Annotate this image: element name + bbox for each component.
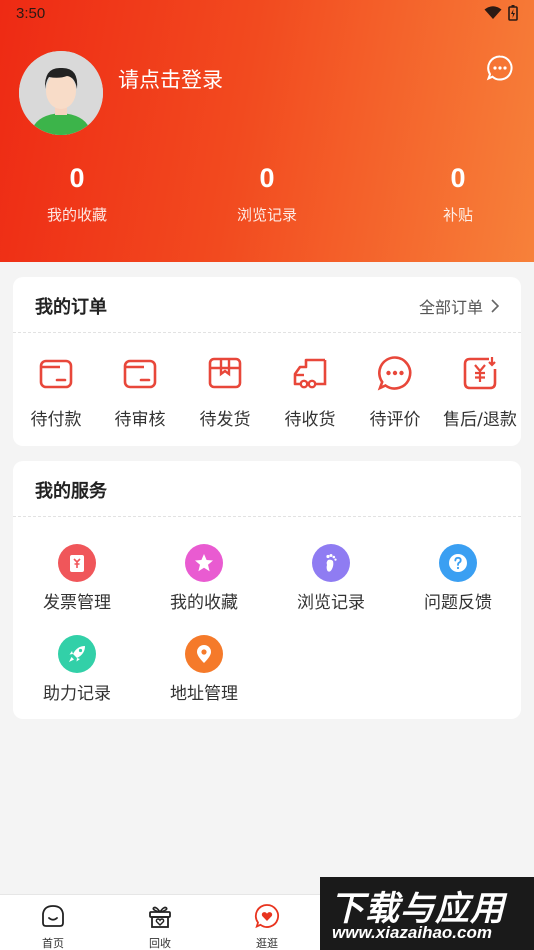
- status-bar: 3:50: [0, 0, 534, 28]
- status-icons: [484, 5, 518, 21]
- review-icon: [123, 359, 157, 389]
- orders-title: 我的订单: [35, 297, 107, 318]
- service-feedback[interactable]: 问题反馈: [403, 544, 513, 613]
- wifi-icon: [484, 6, 502, 19]
- status-time: 3:50: [16, 5, 46, 22]
- stat-subsidy[interactable]: 0 补贴: [388, 160, 528, 225]
- stat-history[interactable]: 0 浏览记录: [197, 160, 337, 225]
- order-pending-receipt[interactable]: 待收货: [267, 355, 353, 430]
- all-orders-label: 全部订单: [418, 298, 483, 317]
- avatar[interactable]: [19, 51, 103, 135]
- stat-value: 0: [69, 163, 85, 193]
- tab-recycle[interactable]: 回收: [130, 903, 190, 950]
- services-card: 我的服务 发票管理 我的收藏 浏览记录 问题反馈 助力记录 地址管理: [13, 461, 521, 719]
- wallet-icon: [39, 359, 73, 389]
- service-history[interactable]: 浏览记录: [276, 544, 386, 613]
- home-icon: [42, 905, 64, 927]
- service-label: 发票管理: [43, 593, 111, 613]
- stat-label: 浏览记录: [236, 206, 297, 224]
- truck-icon: [293, 358, 327, 389]
- order-label: 待付款: [30, 410, 82, 430]
- heart-bubble-icon: [254, 904, 279, 929]
- service-label: 助力记录: [43, 684, 111, 704]
- login-prompt[interactable]: 请点击登录: [118, 64, 223, 94]
- stat-value: 0: [450, 163, 466, 193]
- service-invoice[interactable]: 发票管理: [22, 544, 132, 613]
- stat-label: 我的收藏: [46, 206, 107, 224]
- profile-header: 3:50 请点击登录 0 我的收藏 0 浏览记录 0 补贴: [0, 0, 534, 262]
- order-label: 售后/退款: [443, 410, 517, 430]
- order-label: 待审核: [114, 410, 166, 430]
- card-divider: [13, 516, 521, 517]
- order-pending-payment[interactable]: 待付款: [13, 355, 99, 430]
- service-label: 地址管理: [170, 684, 238, 704]
- service-address[interactable]: 地址管理: [149, 635, 259, 704]
- rocket-icon: [58, 635, 96, 673]
- stats-row: 0 我的收藏 0 浏览记录 0 补贴: [0, 160, 534, 230]
- order-label: 待发货: [199, 410, 251, 430]
- comment-icon: [377, 356, 412, 391]
- order-pending-comment[interactable]: 待评价: [352, 355, 438, 430]
- order-pending-shipment[interactable]: 待发货: [182, 355, 268, 430]
- tab-home[interactable]: 首页: [23, 903, 83, 950]
- all-orders-link[interactable]: 全部订单: [419, 294, 499, 318]
- stat-value: 0: [259, 163, 275, 193]
- service-favorites[interactable]: 我的收藏: [149, 544, 259, 613]
- location-icon: [185, 635, 223, 673]
- service-label: 我的收藏: [170, 593, 238, 613]
- services-title: 我的服务: [35, 481, 107, 502]
- invoice-icon: [58, 544, 96, 582]
- watermark-url: www.xiazaihao.com: [332, 923, 492, 942]
- tab-label: 首页: [42, 937, 64, 950]
- order-after-sales[interactable]: 售后/退款: [437, 355, 523, 430]
- tab-label: 逛逛: [256, 937, 278, 950]
- question-icon: [439, 544, 477, 582]
- orders-card: 我的订单 全部订单 待付款 待审核 待发货 待收货 待评价 售后/退款: [13, 277, 521, 446]
- service-label: 浏览记录: [297, 593, 365, 613]
- stat-favorites[interactable]: 0 我的收藏: [7, 160, 147, 225]
- order-pending-review[interactable]: 待审核: [97, 355, 183, 430]
- card-divider: [13, 332, 521, 333]
- order-label: 待收货: [284, 410, 336, 430]
- package-icon: [208, 357, 242, 389]
- battery-icon: [508, 5, 518, 21]
- service-label: 问题反馈: [424, 593, 492, 613]
- recycle-gift-icon: [149, 906, 171, 928]
- refund-icon: [463, 357, 497, 390]
- order-label: 待评价: [369, 410, 421, 430]
- chevron-right-icon: [491, 299, 499, 313]
- service-boost-records[interactable]: 助力记录: [22, 635, 132, 704]
- default-avatar-icon: [19, 51, 103, 135]
- stat-label: 补贴: [442, 206, 473, 224]
- message-button[interactable]: [486, 54, 514, 82]
- footprint-icon: [312, 544, 350, 582]
- tab-browse[interactable]: 逛逛: [237, 903, 297, 950]
- tab-label: 回收: [149, 937, 171, 950]
- chat-bubble-icon: [486, 55, 513, 81]
- site-watermark: 下载与应用 www.xiazaihao.com: [320, 877, 534, 950]
- star-icon: [185, 544, 223, 582]
